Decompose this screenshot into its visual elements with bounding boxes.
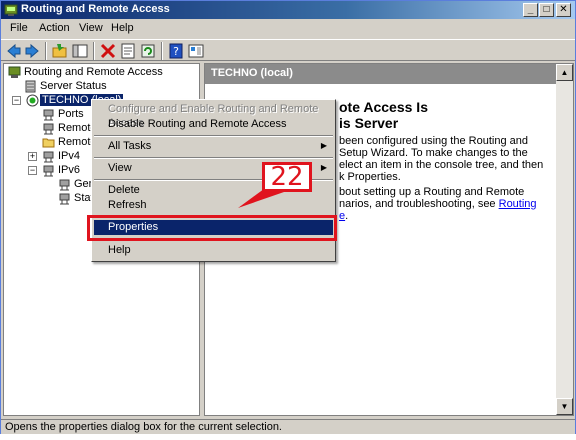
menu-view[interactable]: View <box>79 22 103 34</box>
scroll-up-icon[interactable]: ▲ <box>556 64 573 81</box>
delete-icon[interactable] <box>99 42 117 60</box>
server-status-icon <box>25 80 36 93</box>
forward-arrow-icon[interactable] <box>23 42 41 60</box>
menu-help[interactable]: Help <box>111 22 134 34</box>
remote-clients-icon <box>43 123 54 135</box>
scroll-down-icon[interactable]: ▼ <box>556 398 573 415</box>
up-folder-icon[interactable] <box>51 42 69 60</box>
ipv4-icon <box>43 151 54 163</box>
submenu-arrow-icon: ▶ <box>320 141 327 150</box>
static-routes-icon <box>59 193 70 205</box>
menu-item-configure[interactable]: Configure and Enable Routing and Remote … <box>94 102 333 129</box>
svg-text:?: ? <box>173 45 179 58</box>
menu-item-properties[interactable]: Properties <box>94 220 333 235</box>
menu-item-disable[interactable]: Disable Routing and Remote Access <box>94 117 333 132</box>
title-bar[interactable]: Routing and Remote Access _ □ ✕ <box>1 1 575 19</box>
submenu-arrow-icon: ▶ <box>320 163 327 172</box>
maximize-button[interactable]: □ <box>539 3 554 17</box>
ipv6-icon <box>43 165 54 177</box>
server-tree-icon <box>8 66 21 78</box>
collapse-ipv6-icon[interactable]: − <box>28 166 37 175</box>
step-callout: 22 <box>262 162 312 192</box>
console-icon[interactable] <box>187 42 205 60</box>
details-title: ote Access Is is Server <box>339 99 428 131</box>
properties-icon[interactable] <box>119 42 137 60</box>
general-icon <box>59 179 70 191</box>
toolbar: ? <box>1 39 575 61</box>
menu-action[interactable]: Action <box>39 22 70 34</box>
remote-folder-icon <box>42 138 55 148</box>
details-paragraph-2: bout setting up a Routing and Remote nar… <box>339 186 537 222</box>
show-hide-tree-icon[interactable] <box>71 42 89 60</box>
window-title: Routing and Remote Access <box>21 3 170 15</box>
menu-item-refresh[interactable]: Refresh <box>94 198 333 213</box>
server-running-icon <box>26 94 39 107</box>
expand-ipv4-icon[interactable]: + <box>28 152 37 161</box>
status-bar: Opens the properties dialog box for the … <box>1 419 575 434</box>
details-header: TECHNO (local) <box>205 64 556 84</box>
vertical-scrollbar[interactable]: ▲ ▼ <box>556 64 573 415</box>
menu-item-all-tasks[interactable]: All Tasks ▶ <box>94 139 333 154</box>
routing-app-icon <box>4 4 18 16</box>
details-paragraph-1: been configured using the Routing and Se… <box>339 135 544 183</box>
help-icon[interactable]: ? <box>167 42 185 60</box>
collapse-server-icon[interactable]: − <box>12 96 21 105</box>
menu-item-help[interactable]: Help <box>94 243 333 258</box>
routing-help-link[interactable]: Routing <box>499 198 537 210</box>
close-button[interactable]: ✕ <box>556 3 571 17</box>
minimize-button[interactable]: _ <box>523 3 538 17</box>
ports-icon <box>43 109 54 121</box>
menu-bar: File Action View Help <box>1 20 575 38</box>
menu-file[interactable]: File <box>10 22 28 34</box>
back-arrow-icon[interactable] <box>5 42 23 60</box>
refresh-icon[interactable] <box>139 42 157 60</box>
